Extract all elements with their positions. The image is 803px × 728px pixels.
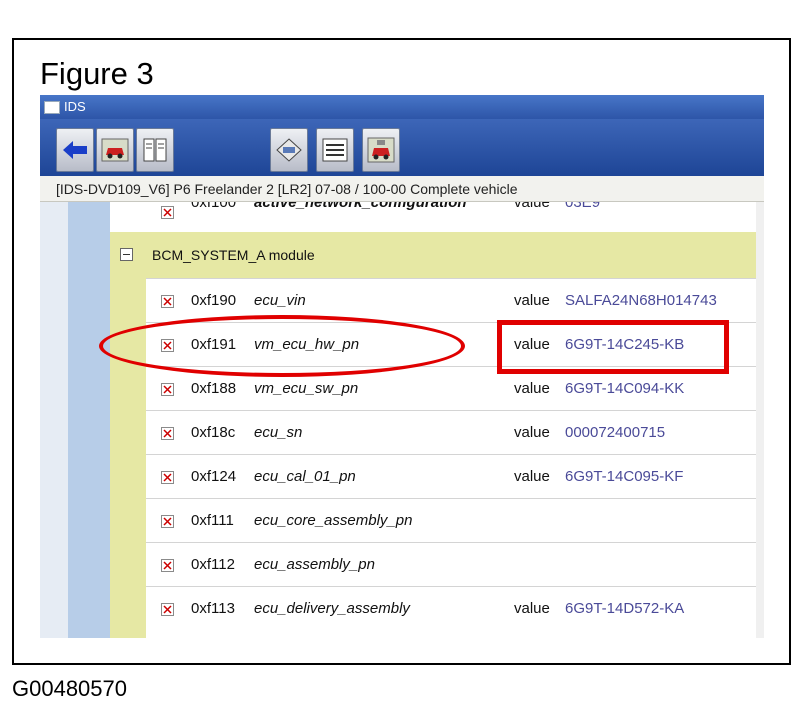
error-icon [161,206,174,219]
value-label: value [514,600,550,617]
vehicle-config-icon[interactable] [362,128,400,172]
vehicle-icon[interactable] [96,128,134,172]
module-indent-band [110,232,146,638]
table-row: 0xf100 active_network_configuration valu… [146,202,764,232]
parameter-value: 03E9 [565,202,601,211]
highlight-ellipse [99,315,465,377]
session-info-bar: [IDS-DVD109_V6] P6 Freelander 2 [LR2] 07… [40,176,764,202]
parameter-name: ecu_sn [254,424,303,441]
documents-icon[interactable] [136,128,174,172]
table-row[interactable]: 0xf18c ecu_sn value 000072400715 [146,410,764,454]
table-row[interactable]: 0xf113 ecu_delivery_assembly value 6G9T-… [146,586,764,638]
parameter-id: 0xf188 [191,380,237,397]
parameter-name: ecu_vin [254,292,306,309]
value-label: value [514,380,550,397]
parameter-value: 6G9T-14C094-KK [565,380,685,397]
back-arrow-icon[interactable] [56,128,94,172]
parameter-id: 0xf18c [191,424,236,441]
table-row[interactable]: 0xf124 ecu_cal_01_pn value 6G9T-14C095-K… [146,454,764,498]
error-icon [161,603,174,616]
left-panel [40,202,68,638]
module-label: BCM_SYSTEM_A module [152,247,315,263]
error-icon [161,471,174,484]
error-icon [161,427,174,440]
toolbar [40,119,764,176]
parameter-name: ecu_core_assembly_pn [254,512,413,529]
error-icon [161,515,174,528]
table-row[interactable]: 0xf111 ecu_core_assembly_pn [146,498,764,542]
figure-code: G00480570 [12,676,127,701]
value-label: value [514,202,550,211]
highlight-box [497,320,729,374]
parameter-id: 0xf124 [191,468,237,485]
value-label: value [514,424,550,441]
session-info-text: [IDS-DVD109_V6] P6 Freelander 2 [LR2] 07… [56,181,518,197]
parameter-id: 0xf113 [191,600,235,617]
parameter-name: active_network_configuration [254,202,467,211]
value-label: value [514,292,550,309]
parameter-name: ecu_cal_01_pn [254,468,356,485]
module-header[interactable]: BCM_SYSTEM_A module [110,232,764,278]
parameter-name: ecu_assembly_pn [254,556,375,573]
parameter-value: 6G9T-14D572-KA [565,600,685,617]
parameter-id: 0xf111 [191,512,234,529]
window-titlebar: IDS [40,95,764,119]
parameter-id: 0xf190 [191,292,237,309]
figure-title: Figure 3 [40,56,154,91]
collapse-icon[interactable] [120,248,133,261]
parameter-name: vm_ecu_sw_pn [254,380,359,397]
error-icon [161,559,174,572]
diagnostic-icon[interactable] [270,128,308,172]
parameter-value: 000072400715 [565,424,666,441]
vertical-scrollbar[interactable] [756,202,764,638]
parameter-id: 0xf100 [191,202,237,211]
parameter-value: SALFA24N68H014743 [565,292,717,309]
table-row[interactable]: 0xf112 ecu_assembly_pn [146,542,764,586]
window-icon [44,101,60,114]
error-icon [161,295,174,308]
parameter-value: 6G9T-14C095-KF [565,468,684,485]
parameter-id: 0xf112 [191,556,235,573]
value-label: value [514,468,550,485]
parameter-name: ecu_delivery_assembly [254,600,410,617]
tree-panel [68,202,110,638]
window-title: IDS [64,99,86,114]
datalog-icon[interactable] [316,128,354,172]
error-icon [161,383,174,396]
